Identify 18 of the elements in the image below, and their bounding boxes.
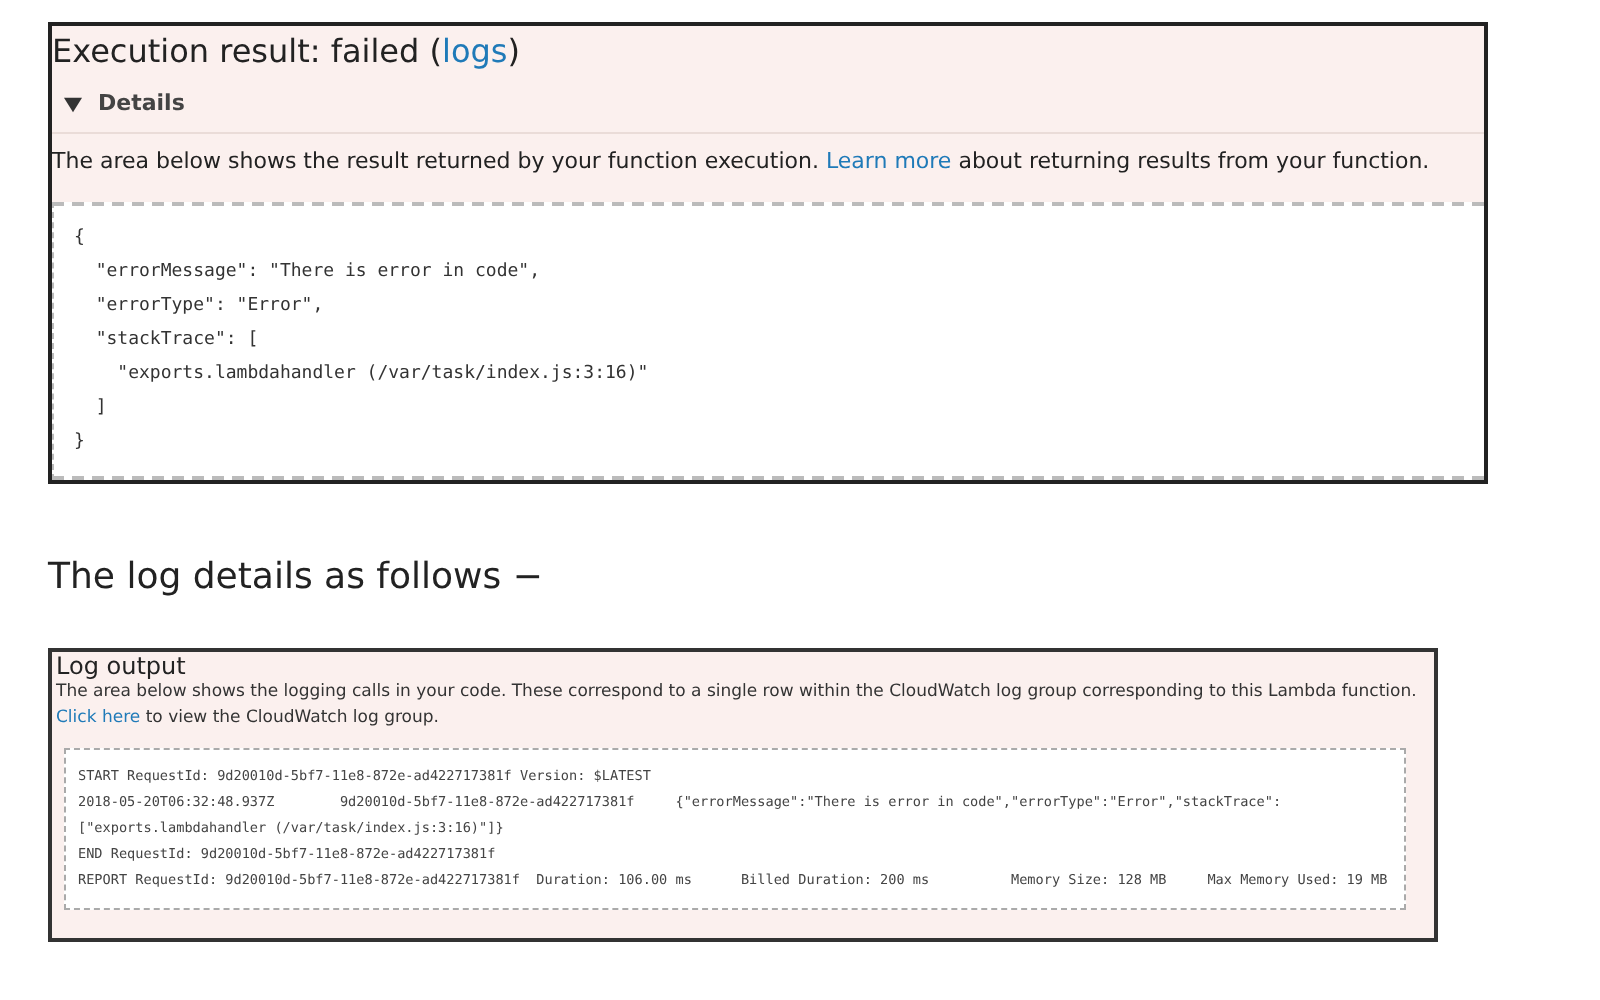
code-line: "stackTrace": [	[93, 328, 259, 354]
code-line: "exports.lambdahandler (/var/task/index.js:3:16)"	[115, 362, 649, 388]
caret-down-icon	[64, 95, 82, 113]
result-title-end: )	[507, 30, 520, 74]
result-title: Execution result: failed (	[52, 30, 442, 74]
code-line: ]	[93, 396, 107, 422]
click-here-link[interactable]: Click here	[56, 708, 141, 728]
learn-more-link[interactable]: Learn more	[825, 148, 952, 174]
code-line: "errorType": "Error",	[93, 294, 324, 320]
code-line: }	[74, 430, 85, 456]
code-line: "errorMessage": "There is error in code",	[93, 260, 540, 286]
log-heading: The log details as follows −	[48, 554, 543, 602]
result-description: The area below shows the result returned by your function execution. Learn more about returning results from your function.	[52, 146, 1432, 178]
log-description: The area below shows the logging calls in your code. These correspond to a single row within the CloudWatch log group corresponding to this Lambda function. Click here to view the CloudWatch log group.	[56, 680, 1419, 732]
logs-link[interactable]: logs	[442, 28, 508, 76]
details-toggle[interactable]: Details	[64, 84, 1484, 124]
code-line: {	[74, 226, 85, 252]
log-title: Log output	[56, 652, 186, 680]
